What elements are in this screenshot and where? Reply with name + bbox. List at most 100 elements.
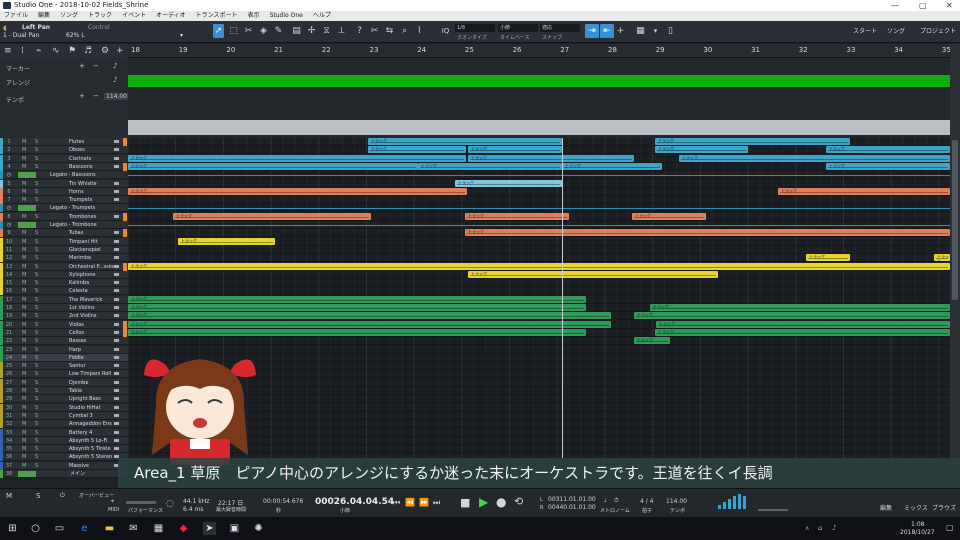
- track-header[interactable]: 14 M S Xylophone: [0, 270, 128, 279]
- solo-button[interactable]: S: [35, 196, 38, 204]
- folder-track-header[interactable]: 38 メイン: [0, 470, 128, 478]
- help-icon[interactable]: ?: [354, 24, 365, 38]
- track-lane[interactable]: トラック トラック: [128, 328, 950, 337]
- solo-button[interactable]: S: [35, 188, 38, 196]
- listen-tool-icon[interactable]: ⧖: [321, 24, 332, 38]
- solo-button[interactable]: S: [35, 437, 38, 445]
- track-header[interactable]: 6 M S Horns: [0, 187, 128, 196]
- menu-item[interactable]: 表示: [248, 11, 260, 21]
- mute-button[interactable]: M: [22, 213, 26, 221]
- auto-scroll-icon[interactable]: ⇤: [600, 24, 614, 38]
- solo-button[interactable]: S: [35, 346, 38, 354]
- loop-toggle-icon[interactable]: ⟲: [514, 495, 523, 508]
- master-volume-slider[interactable]: [758, 509, 788, 511]
- mute-button[interactable]: M: [22, 238, 26, 246]
- automation-lane[interactable]: [128, 204, 950, 213]
- edge-icon[interactable]: e: [78, 522, 91, 535]
- mute-button[interactable]: M: [22, 404, 26, 412]
- mute-button[interactable]: M: [22, 138, 26, 146]
- track-header[interactable]: 13 M S Orchestral P...ssion: [0, 262, 128, 271]
- playhead-cursor[interactable]: [562, 138, 563, 458]
- marker-note-icon[interactable]: ♪: [113, 62, 117, 70]
- solo-button[interactable]: S: [35, 163, 38, 171]
- track-header[interactable]: 3 M S Clarinets: [0, 154, 128, 163]
- global-track-icon[interactable]: ♬: [84, 46, 92, 56]
- loop-start[interactable]: 00311.01.01.00: [548, 496, 596, 503]
- solo-button[interactable]: S: [35, 238, 38, 246]
- search-icon[interactable]: ○: [29, 522, 42, 535]
- metronome-icon[interactable]: ♩: [604, 497, 607, 504]
- track-header[interactable]: 10 M S Timpani Hit: [0, 237, 128, 246]
- track-header[interactable]: 26 M S Low Timpani Roll: [0, 370, 128, 379]
- track-header[interactable]: 5 M S Tin Whistle: [0, 179, 128, 188]
- track-lane[interactable]: トラック: [128, 229, 950, 238]
- solo-button[interactable]: S: [35, 229, 38, 237]
- solo-button[interactable]: S: [35, 312, 38, 320]
- snap-select[interactable]: 適応: [540, 24, 580, 32]
- project-button[interactable]: プロジェクト: [920, 26, 956, 35]
- track-lane[interactable]: トラック トラック トラック トラック: [128, 146, 950, 155]
- file-explorer-icon[interactable]: ▬: [103, 522, 116, 535]
- mute-button[interactable]: M: [22, 453, 26, 461]
- track-lane[interactable]: トラック: [128, 295, 950, 304]
- notification-icon[interactable]: ▢: [946, 523, 954, 532]
- track-expand-indicator[interactable]: [123, 212, 127, 221]
- automation-toggle[interactable]: [18, 205, 36, 212]
- bottom-m-button[interactable]: M: [6, 492, 12, 500]
- minimize-icon[interactable]: —: [891, 0, 899, 11]
- track-lane[interactable]: [128, 246, 950, 254]
- solo-button[interactable]: S: [35, 462, 38, 470]
- menu-item[interactable]: トランスポート: [196, 11, 238, 21]
- mute-button[interactable]: M: [22, 362, 26, 370]
- solo-button[interactable]: S: [35, 379, 38, 387]
- time-signature[interactable]: 4 / 4: [640, 498, 653, 505]
- scissors-icon[interactable]: ✂: [369, 24, 380, 38]
- mute-button[interactable]: M: [22, 395, 26, 403]
- automation-icon[interactable]: ⌁: [36, 46, 41, 56]
- solo-button[interactable]: S: [35, 287, 38, 295]
- track-header[interactable]: 23 M S Harp: [0, 345, 128, 354]
- track-lane[interactable]: トラック トラック: [128, 304, 950, 312]
- midi-clip[interactable]: トラック: [468, 154, 634, 162]
- track-lane[interactable]: トラック: [128, 237, 950, 246]
- song-button[interactable]: ソング: [887, 26, 905, 35]
- tempo-display[interactable]: 114.00: [666, 498, 687, 505]
- mute-button[interactable]: M: [22, 287, 26, 295]
- timeline-ruler[interactable]: 18 19 20 21 22 23 24 25 26 27 28 29 30 31 32 33 34 35: [128, 44, 951, 58]
- mute-button[interactable]: M: [22, 321, 26, 329]
- snap-toggle-icon[interactable]: ⇥: [585, 24, 599, 38]
- midi-clip[interactable]: トラック: [368, 146, 466, 154]
- marker-flag-icon[interactable]: ⚑: [68, 46, 76, 56]
- bottom-s-button[interactable]: S: [36, 492, 40, 500]
- midi-clip[interactable]: トラック: [128, 162, 418, 170]
- store-icon[interactable]: ▦: [152, 522, 165, 535]
- midi-clip[interactable]: トラック: [128, 295, 586, 303]
- mute-button[interactable]: M: [22, 420, 26, 428]
- solo-button[interactable]: S: [35, 370, 38, 378]
- track-header[interactable]: 21 M S Cellos: [0, 328, 128, 337]
- mute-button[interactable]: M: [22, 163, 26, 171]
- solo-button[interactable]: S: [35, 321, 38, 329]
- tempo-add-icon[interactable]: +: [79, 92, 85, 100]
- automation-lane[interactable]: [128, 171, 950, 180]
- track-header[interactable]: 19 M S 2nd Violins: [0, 312, 128, 321]
- solo-button[interactable]: S: [35, 263, 38, 271]
- range-tool-icon[interactable]: ⬚: [228, 24, 239, 38]
- solo-button[interactable]: S: [35, 453, 38, 461]
- mute-button[interactable]: M: [22, 370, 26, 378]
- vertical-scrollbar[interactable]: [950, 44, 960, 458]
- track-lane[interactable]: [128, 196, 950, 205]
- solo-button[interactable]: S: [35, 254, 38, 262]
- menu-item[interactable]: イベント: [122, 11, 146, 21]
- automation-lane-header[interactable]: ◷ Legato - Trombone: [0, 221, 128, 229]
- mute-button[interactable]: M: [22, 337, 26, 345]
- automation-lane[interactable]: [128, 221, 950, 229]
- layout-chevron-icon[interactable]: ▾: [650, 24, 661, 38]
- track-lane[interactable]: トラック トラック トラック トラック: [128, 162, 950, 171]
- mute-button[interactable]: M: [22, 271, 26, 279]
- list-menu-icon[interactable]: ≡: [4, 46, 12, 56]
- arrow-tool-icon[interactable]: ➚: [213, 24, 224, 38]
- automation-curve[interactable]: [128, 175, 950, 177]
- mute-button[interactable]: M: [22, 229, 26, 237]
- track-header[interactable]: 9 M S Tubas: [0, 229, 128, 238]
